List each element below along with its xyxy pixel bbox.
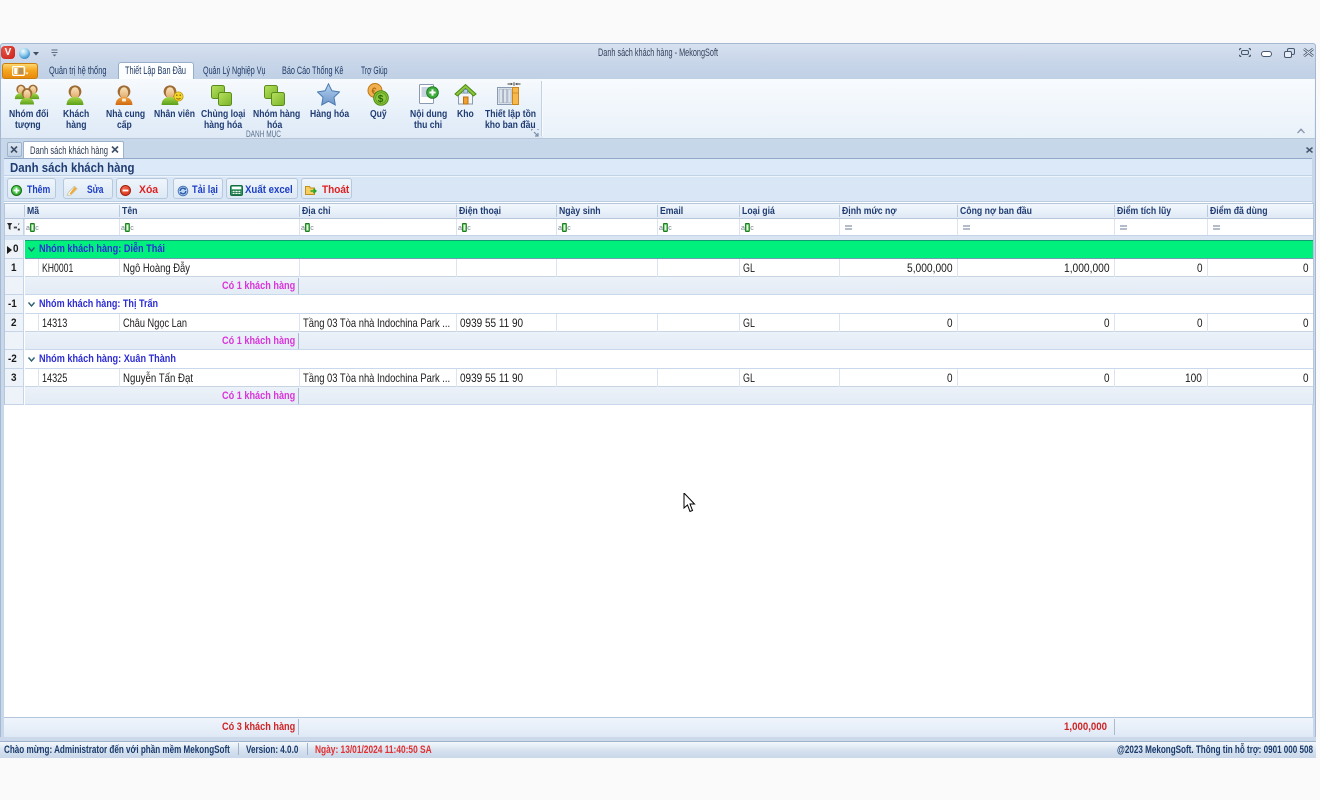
svg-text:c: c xyxy=(467,225,471,232)
svg-text:c: c xyxy=(668,225,672,232)
svg-text:$: $ xyxy=(378,94,384,105)
svg-text:a: a xyxy=(121,225,125,232)
svg-text:c: c xyxy=(567,225,571,232)
svg-text:c: c xyxy=(750,225,754,232)
svg-text:a: a xyxy=(26,225,30,232)
svg-text:a: a xyxy=(458,225,462,232)
svg-text:c: c xyxy=(310,225,314,232)
svg-text:a: a xyxy=(301,225,305,232)
svg-text:a: a xyxy=(741,225,745,232)
svg-text:c: c xyxy=(35,225,39,232)
svg-text:a: a xyxy=(558,225,562,232)
svg-text:c: c xyxy=(130,225,134,232)
svg-text:a: a xyxy=(659,225,663,232)
